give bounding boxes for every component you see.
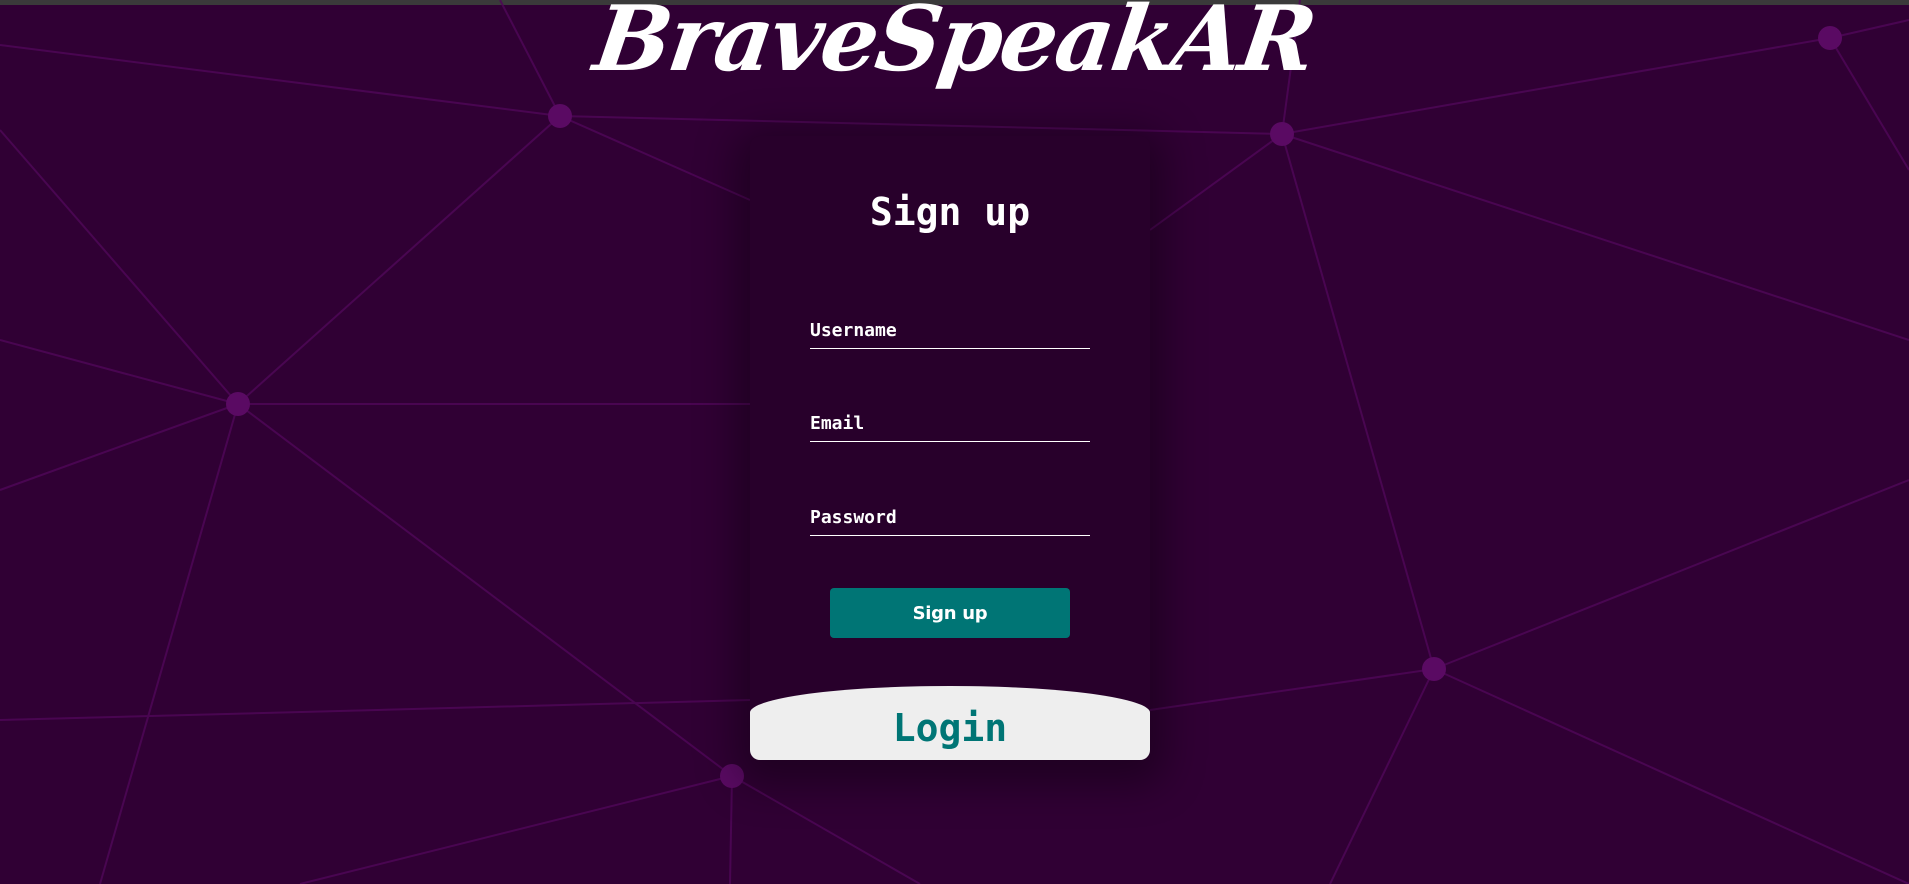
password-field [810,499,1090,536]
login-panel[interactable]: Login [750,686,1150,760]
username-field [810,312,1090,349]
password-input[interactable] [810,499,1090,535]
signup-button[interactable]: Sign up [830,588,1070,638]
page: BraveSpeakAR Sign up Sign up Login [0,0,1909,884]
email-field [810,405,1090,442]
brand-logo: BraveSpeakAR [588,0,1321,92]
email-input[interactable] [810,405,1090,441]
login-label: Login [892,706,1008,750]
signup-title: Sign up [869,190,1031,234]
signup-card: Sign up Sign up Login [750,136,1150,760]
username-input[interactable] [810,312,1090,348]
